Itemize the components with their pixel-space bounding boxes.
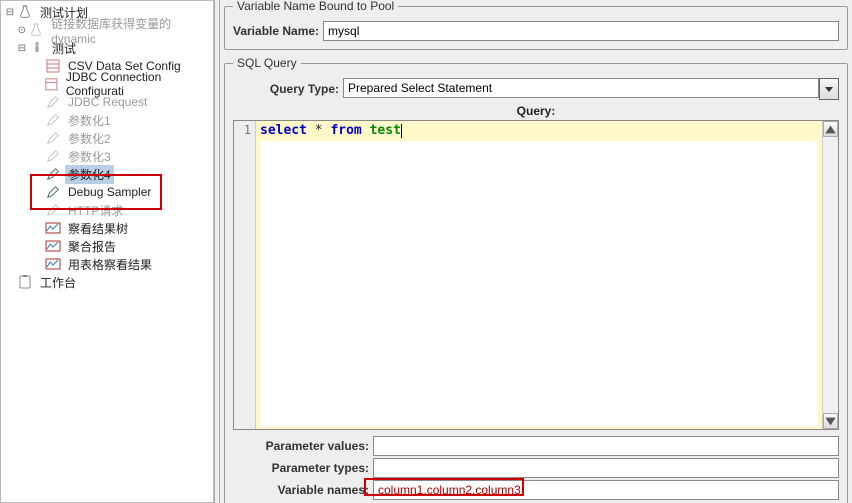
variable-name-input[interactable] <box>323 21 839 41</box>
flask-icon <box>17 4 33 20</box>
thread-group-icon <box>29 40 45 56</box>
tree-label: 参数化1 <box>65 111 114 130</box>
query-header-label: Query: <box>233 104 839 118</box>
param-values-label: Parameter values: <box>233 439 373 453</box>
clipboard-icon <box>17 274 33 290</box>
line-number: 1 <box>234 123 251 137</box>
sampler-icon <box>45 94 61 110</box>
tree-node-param4[interactable]: • 参数化4 <box>1 165 213 183</box>
editor-panel: Variable Name Bound to Pool Variable Nam… <box>220 0 852 503</box>
query-type-value[interactable] <box>343 78 819 98</box>
test-plan-tree[interactable]: ⊟ 测试计划 ⊙ 链接数据库获得变量的dynamic ⊟ 测试 <box>1 3 213 291</box>
scroll-up-arrow-icon[interactable] <box>823 121 838 137</box>
tree-node-workbench[interactable]: • 工作台 <box>1 273 213 291</box>
sampler-icon <box>45 202 61 218</box>
expand-toggle-icon[interactable]: ⊟ <box>17 43 27 54</box>
sampler-icon <box>45 166 61 182</box>
tree-node-param1[interactable]: • 参数化1 <box>1 111 213 129</box>
tree-node-dynamic[interactable]: ⊙ 链接数据库获得变量的dynamic <box>1 21 213 39</box>
scroll-down-arrow-icon[interactable] <box>823 413 838 429</box>
variable-bound-fieldset: Variable Name Bound to Pool Variable Nam… <box>224 0 848 50</box>
sql-keyword-from: from <box>330 123 361 138</box>
tree-label: 用表格察看结果 <box>65 255 155 274</box>
sql-line-1: select * from test <box>260 123 818 139</box>
fieldset-legend: Variable Name Bound to Pool <box>233 0 398 13</box>
variable-name-label: Variable Name: <box>233 24 323 38</box>
query-type-label: Query Type: <box>233 82 343 96</box>
tree-label: 参数化4 <box>65 165 114 184</box>
tree-label: 参数化3 <box>65 147 114 166</box>
tree-label: 参数化2 <box>65 129 114 148</box>
fieldset-legend: SQL Query <box>233 56 301 70</box>
tree-node-view-tree[interactable]: • 察看结果树 <box>1 219 213 237</box>
tree-node-http[interactable]: • HTTP请求 <box>1 201 213 219</box>
code-empty-area <box>260 141 818 427</box>
query-type-combo[interactable] <box>343 78 839 100</box>
tree-label: 工作台 <box>37 273 79 292</box>
listener-icon <box>45 256 61 272</box>
sql-star: * <box>315 123 323 138</box>
tree-label: 测试 <box>49 39 79 58</box>
tree-node-param3[interactable]: • 参数化3 <box>1 147 213 165</box>
variable-names-input[interactable] <box>373 480 839 500</box>
flask-icon <box>29 22 44 38</box>
tree-node-debug[interactable]: • Debug Sampler <box>1 183 213 201</box>
dropdown-button[interactable] <box>819 78 839 100</box>
config-icon <box>45 58 61 74</box>
param-types-label: Parameter types: <box>233 461 373 475</box>
vertical-scrollbar[interactable] <box>822 121 838 429</box>
tree-label: Debug Sampler <box>65 184 154 200</box>
bottom-fields: Parameter values: Parameter types: Varia… <box>233 436 839 500</box>
sampler-icon <box>45 184 61 200</box>
text-caret <box>401 124 402 138</box>
listener-icon <box>45 238 61 254</box>
param-values-input[interactable] <box>373 436 839 456</box>
tree-label: HTTP请求 <box>65 201 126 220</box>
sql-query-fieldset: SQL Query Query Type: Query: 1 select <box>224 56 848 503</box>
sampler-icon <box>45 148 61 164</box>
sampler-icon <box>45 112 61 128</box>
sql-editor[interactable]: 1 select * from test <box>233 120 839 430</box>
tree-node-aggregate[interactable]: • 聚合报告 <box>1 237 213 255</box>
expand-toggle-icon[interactable]: ⊟ <box>5 7 15 18</box>
sql-keyword-select: select <box>260 123 307 138</box>
tree-node-jdbc-conn[interactable]: • JDBC Connection Configurati <box>1 75 213 93</box>
listener-icon <box>45 220 61 236</box>
tree-label: 聚合报告 <box>65 237 119 256</box>
variable-names-label: Variable names: <box>233 483 373 497</box>
scroll-track[interactable] <box>823 137 838 413</box>
app-root: ⊟ 测试计划 ⊙ 链接数据库获得变量的dynamic ⊟ 测试 <box>0 0 852 503</box>
tree-label: JDBC Request <box>65 94 150 110</box>
tree-node-table-view[interactable]: • 用表格察看结果 <box>1 255 213 273</box>
expand-toggle-icon[interactable]: ⊙ <box>17 25 27 36</box>
tree-label: 察看结果树 <box>65 219 131 238</box>
line-gutter: 1 <box>234 121 256 429</box>
tree-panel: ⊟ 测试计划 ⊙ 链接数据库获得变量的dynamic ⊟ 测试 <box>0 0 214 503</box>
config-icon <box>44 76 59 92</box>
code-area[interactable]: select * from test <box>256 121 822 429</box>
tree-node-param2[interactable]: • 参数化2 <box>1 129 213 147</box>
sampler-icon <box>45 130 61 146</box>
sql-table-name: test <box>370 123 401 138</box>
param-types-input[interactable] <box>373 458 839 478</box>
